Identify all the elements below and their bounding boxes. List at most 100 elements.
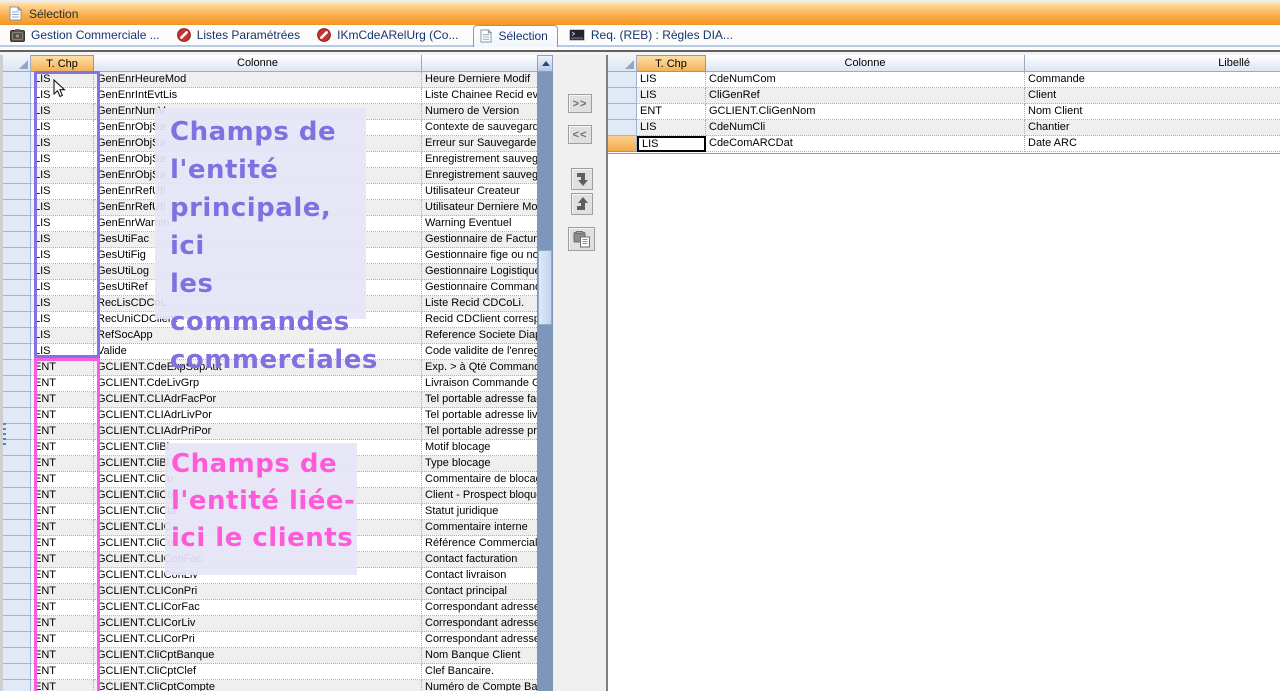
field-column-cell[interactable]: GenEnrIntEvtLis [94, 88, 422, 104]
field-label-cell[interactable]: Gestionnaire Logistique [422, 264, 541, 280]
field-label-cell[interactable]: Contact facturation [422, 552, 541, 568]
field-label-cell[interactable]: Utilisateur Createur [422, 184, 541, 200]
tab-listes-parametrees[interactable]: Listes Paramétrées [175, 26, 306, 45]
field-label-cell[interactable]: Type blocage [422, 456, 541, 472]
row-selector[interactable] [3, 280, 31, 296]
row-selector[interactable] [3, 664, 31, 680]
row-selector[interactable] [3, 536, 31, 552]
field-label-cell[interactable]: Tel portable adresse pri [422, 424, 541, 440]
row-selector[interactable] [3, 488, 31, 504]
row-selector[interactable] [3, 584, 31, 600]
field-type-cell[interactable]: ENT [637, 104, 706, 120]
field-type-cell[interactable]: LIS [637, 120, 706, 136]
vertical-scrollbar[interactable] [537, 55, 553, 691]
field-label-cell[interactable]: Tel portable adresse livr [422, 408, 541, 424]
row-selector[interactable] [3, 168, 31, 184]
tab-selection[interactable]: Sélection [473, 25, 557, 47]
field-column-cell[interactable]: GCLIENT.CLICorPri [94, 632, 422, 648]
row-selector[interactable] [3, 152, 31, 168]
field-label-cell[interactable]: Tel portable adresse fac [422, 392, 541, 408]
row-selector[interactable] [3, 136, 31, 152]
field-label-cell[interactable]: Recid CDClient correspo [422, 312, 541, 328]
row-selector[interactable] [3, 248, 31, 264]
field-column-cell[interactable]: GCLIENT.CLIAdrLivPor [94, 408, 422, 424]
row-selector[interactable] [3, 376, 31, 392]
row-selector[interactable] [3, 648, 31, 664]
copy-button[interactable] [568, 227, 595, 251]
field-label-cell[interactable]: Numero de Version [422, 104, 541, 120]
tab-req-reb[interactable]: Req. (REB) : Règles DIA... [567, 26, 739, 45]
row-selector[interactable] [3, 600, 31, 616]
field-label-cell[interactable]: Contact principal [422, 584, 541, 600]
field-label-cell[interactable]: Gestionnaire de Factura [422, 232, 541, 248]
field-label-cell[interactable]: Commentaire interne [422, 520, 541, 536]
field-column-cell[interactable]: CdeNumCli [706, 120, 1025, 136]
row-selector[interactable] [3, 104, 31, 120]
row-selector[interactable] [3, 680, 31, 691]
field-label-cell[interactable]: Commande [1025, 72, 1280, 88]
row-selector[interactable] [3, 296, 31, 312]
move-up-button[interactable] [571, 193, 593, 215]
row-selector[interactable] [3, 120, 31, 136]
row-selector[interactable] [3, 568, 31, 584]
splitter-handle[interactable] [3, 423, 6, 445]
row-selector[interactable] [3, 232, 31, 248]
field-type-cell[interactable]: LIS [637, 136, 706, 152]
field-label-cell[interactable]: Contexte de sauvegarde [422, 120, 541, 136]
field-column-cell[interactable]: CdeNumCom [706, 72, 1025, 88]
field-label-cell[interactable]: Erreur sur Sauvegarde c [422, 136, 541, 152]
row-selector[interactable] [3, 344, 31, 360]
field-label-cell[interactable]: Livraison Commande Gr [422, 376, 541, 392]
field-label-cell[interactable]: Nom Banque Client [422, 648, 541, 664]
row-selector[interactable] [3, 312, 31, 328]
scroll-up-button[interactable] [537, 55, 553, 72]
row-selector[interactable] [3, 184, 31, 200]
field-column-cell[interactable]: GCLIENT.CliGenNom [706, 104, 1025, 120]
row-selector[interactable] [3, 216, 31, 232]
column-header-tchp[interactable]: T. Chp [637, 55, 706, 72]
select-all-corner[interactable] [3, 55, 31, 72]
select-all-corner[interactable] [608, 55, 637, 72]
field-label-cell[interactable]: Commentaire de blocage [422, 472, 541, 488]
field-label-cell[interactable]: Clef Bancaire. [422, 664, 541, 680]
row-selector[interactable] [3, 632, 31, 648]
column-header-libelle[interactable]: Libellé [1025, 55, 1280, 72]
row-selector[interactable] [3, 88, 31, 104]
field-column-cell[interactable]: GCLIENT.CliCptCompte [94, 680, 422, 691]
field-label-cell[interactable]: Chantier [1025, 120, 1280, 136]
row-selector[interactable] [3, 552, 31, 568]
row-selector[interactable] [3, 72, 31, 88]
field-label-cell[interactable]: Statut juridique [422, 504, 541, 520]
row-selector[interactable] [3, 456, 31, 472]
field-label-cell[interactable]: Code validite de l'enregi [422, 344, 541, 360]
row-selector[interactable] [3, 408, 31, 424]
field-column-cell[interactable]: GCLIENT.CLICorLiv [94, 616, 422, 632]
tab-ikmcdearelurg[interactable]: IKmCdeARelUrg (Co... [315, 26, 464, 45]
row-selector[interactable] [3, 440, 31, 456]
column-header-colonne[interactable]: Colonne [706, 55, 1025, 72]
row-selector[interactable] [3, 424, 31, 440]
row-selector[interactable] [3, 520, 31, 536]
field-label-cell[interactable]: Nom Client [1025, 104, 1280, 120]
field-label-cell[interactable]: Client - Prospect bloqué [422, 488, 541, 504]
row-selector[interactable] [608, 136, 637, 152]
field-label-cell[interactable]: Enregistrement sauvega [422, 168, 541, 184]
field-label-cell[interactable]: Utilisateur Derniere Mod [422, 200, 541, 216]
remove-all-button[interactable]: << [568, 125, 592, 144]
field-label-cell[interactable]: Warning Eventuel [422, 216, 541, 232]
row-selector[interactable] [3, 360, 31, 376]
field-label-cell[interactable]: Motif blocage [422, 440, 541, 456]
field-column-cell[interactable]: GCLIENT.CLICorFac [94, 600, 422, 616]
field-label-cell[interactable]: Gestionnaire Commande [422, 280, 541, 296]
field-label-cell[interactable]: Exp. > à Qté Commandé [422, 360, 541, 376]
field-label-cell[interactable]: Gestionnaire fige ou nor [422, 248, 541, 264]
field-column-cell[interactable]: CdeComARCDat [706, 136, 1025, 152]
field-type-cell[interactable]: LIS [637, 88, 706, 104]
field-label-cell[interactable]: Référence Commercial [422, 536, 541, 552]
field-column-cell[interactable]: GCLIENT.CLIAdrPriPor [94, 424, 422, 440]
column-header-tchp[interactable]: T. Chp [31, 55, 94, 72]
field-label-cell[interactable]: Liste Chainee Recid evt [422, 88, 541, 104]
field-label-cell[interactable]: Correspondant adresse [422, 632, 541, 648]
field-label-cell[interactable]: Enregistrement sauvega [422, 152, 541, 168]
row-selector[interactable] [608, 120, 637, 136]
